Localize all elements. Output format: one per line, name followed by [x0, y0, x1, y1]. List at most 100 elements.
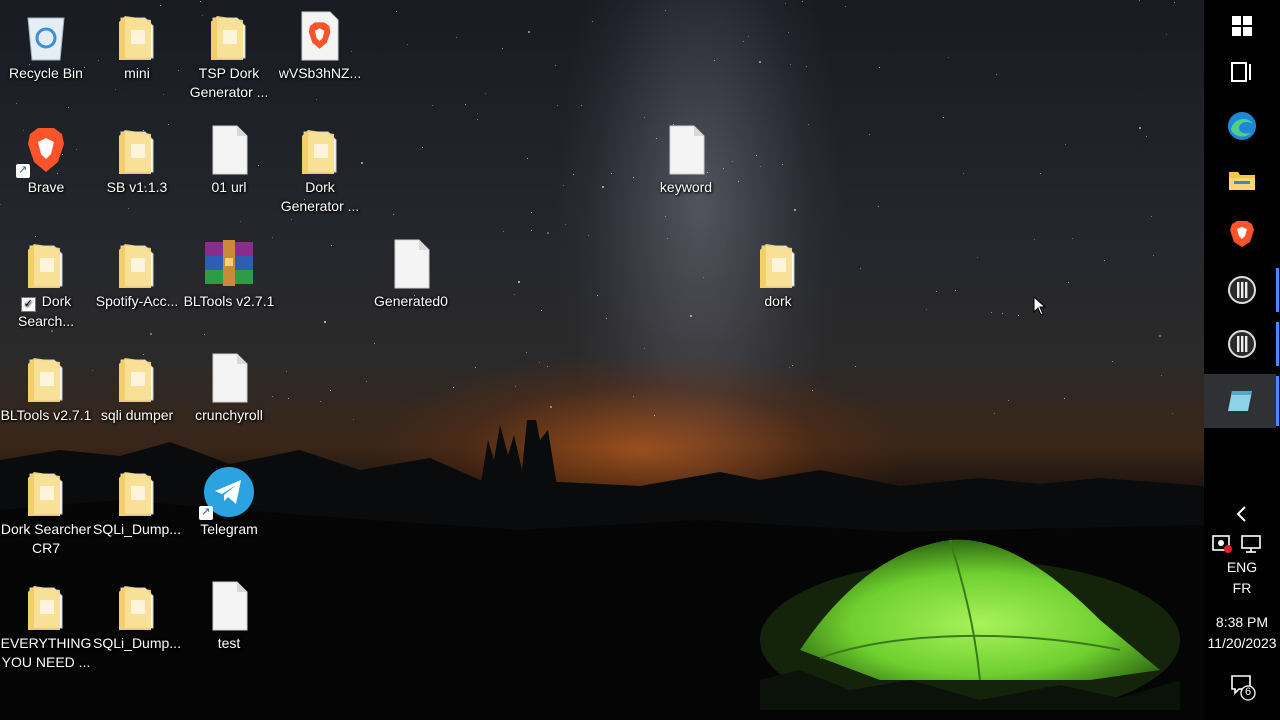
desktop-icon[interactable]: Brave	[0, 116, 92, 226]
star	[743, 41, 744, 42]
taskbar-file-explorer[interactable]	[1218, 156, 1266, 204]
star	[1008, 400, 1009, 401]
star	[703, 277, 704, 278]
star	[879, 67, 880, 68]
desktop-icon[interactable]: SB v1.1.3	[91, 116, 183, 226]
desktop-icon[interactable]: test	[183, 572, 275, 682]
folder-icon	[20, 580, 72, 632]
star	[936, 291, 937, 292]
desktop-icon-label-text: Telegram	[200, 521, 258, 537]
star	[477, 113, 478, 114]
desktop-icon-label-text: 01 url	[211, 179, 247, 195]
star	[756, 155, 757, 156]
file-explorer-icon	[1229, 172, 1255, 190]
star	[1002, 313, 1003, 314]
app-icon	[1228, 276, 1256, 304]
tray-overflow-chevron[interactable]	[1204, 504, 1280, 530]
taskbar-edge[interactable]	[1218, 102, 1266, 150]
star	[1159, 335, 1161, 337]
selection-checkbox[interactable]: ✓	[20, 297, 36, 312]
desktop-icon[interactable]: mini	[91, 2, 183, 112]
recycle-bin-icon	[20, 10, 72, 62]
desktop-icon[interactable]: Spotify-Acc...	[91, 230, 183, 340]
star	[330, 390, 331, 391]
chevron-left-icon	[1236, 506, 1246, 522]
desktop-icon[interactable]: SQLi_Dump...	[91, 572, 183, 682]
desktop-icon[interactable]: crunchyroll	[183, 344, 275, 454]
desktop-icon[interactable]: EVERYTHING YOU NEED ...	[0, 572, 92, 682]
star	[611, 173, 612, 174]
tray-network-icon[interactable]	[1240, 534, 1264, 554]
star	[527, 158, 528, 159]
desktop-icon[interactable]: wVSb3hNZ...	[274, 2, 366, 112]
clock-time[interactable]: 8:38 PM	[1204, 614, 1280, 630]
star	[690, 315, 692, 317]
star	[1064, 398, 1065, 399]
desktop-icon-label-text: keyword	[659, 179, 713, 195]
desktop-icon[interactable]: 01 url	[183, 116, 275, 226]
desktop-icon-label-text: test	[217, 635, 241, 651]
star	[955, 290, 956, 291]
desktop-icon-label: TSP Dork Generator ...	[183, 64, 275, 102]
folder-icon	[111, 580, 163, 632]
desktop-icon[interactable]: BLTools v2.7.1	[183, 230, 275, 340]
desktop-icon-label: wVSb3hNZ...	[274, 64, 366, 83]
taskbar-app-2[interactable]	[1218, 320, 1266, 368]
desktop-icon[interactable]: Generated0	[365, 230, 457, 340]
desktop-icon[interactable]: sqli dumper	[91, 344, 183, 454]
folder-icon	[203, 10, 255, 62]
star	[563, 185, 564, 186]
desktop-icon[interactable]: keyword	[640, 116, 732, 226]
star	[393, 214, 394, 215]
language-indicator-primary[interactable]: ENG	[1204, 559, 1280, 575]
shortcut-arrow-icon	[16, 161, 30, 180]
notification-count: 6	[1244, 686, 1252, 698]
star	[485, 93, 486, 94]
taskbar-notepad[interactable]	[1204, 374, 1276, 428]
desktop-icon-label-text: Spotify-Acc...	[95, 293, 179, 309]
star	[714, 60, 715, 61]
star	[592, 21, 593, 22]
desktop-icon[interactable]: TSP Dork Generator ...	[183, 2, 275, 112]
desktop-icon-label: ✓ Dork Search...	[0, 292, 92, 331]
desktop-icon-label: Dork Searcher CR7	[0, 520, 92, 558]
desktop-icon[interactable]: dork	[732, 230, 824, 340]
star	[633, 396, 634, 397]
desktop-icon-label: mini	[91, 64, 183, 83]
desktop-icon[interactable]: Dork Generator ...	[274, 116, 366, 226]
desktop-icon[interactable]: SQLi_Dump...	[91, 458, 183, 568]
star	[286, 371, 287, 372]
star	[963, 173, 964, 174]
desktop-icon[interactable]: Dork Searcher CR7	[0, 458, 92, 568]
text-file-icon	[203, 124, 255, 176]
desktop-icon-label-text: SB v1.1.3	[106, 179, 168, 195]
desktop-icon[interactable]: Telegram	[183, 458, 275, 568]
desktop-icon[interactable]: BLTools v2.7.1	[0, 344, 92, 454]
taskbar-app-1[interactable]	[1218, 266, 1266, 314]
tray-security-icon[interactable]	[1212, 534, 1234, 554]
star	[539, 362, 540, 363]
brave-icon	[1230, 221, 1254, 247]
taskbar-brave[interactable]	[1218, 210, 1266, 258]
star	[794, 209, 796, 211]
star	[748, 36, 749, 37]
running-indicator	[1276, 268, 1279, 312]
star	[396, 11, 397, 12]
language-indicator-secondary[interactable]: FR	[1204, 580, 1280, 596]
task-view-button[interactable]	[1218, 48, 1266, 96]
star	[555, 65, 556, 66]
star	[407, 44, 408, 45]
running-indicator	[1276, 322, 1279, 366]
start-button[interactable]	[1218, 2, 1266, 50]
clock-date[interactable]: 11/20/2023	[1204, 635, 1280, 651]
star	[1018, 315, 1019, 316]
desktop-icon-label-text: Dork Generator ...	[280, 179, 360, 214]
action-center-button[interactable]: 6	[1230, 674, 1258, 702]
desktop-icon-label: BLTools v2.7.1	[183, 292, 275, 311]
star	[1065, 144, 1066, 145]
star	[785, 3, 786, 4]
star	[926, 309, 927, 310]
desktop-icon-label-text: EVERYTHING YOU NEED ...	[0, 635, 92, 670]
desktop-icon[interactable]: ✓ Dork Search...	[0, 230, 92, 340]
desktop-icon[interactable]: Recycle Bin	[0, 2, 92, 112]
